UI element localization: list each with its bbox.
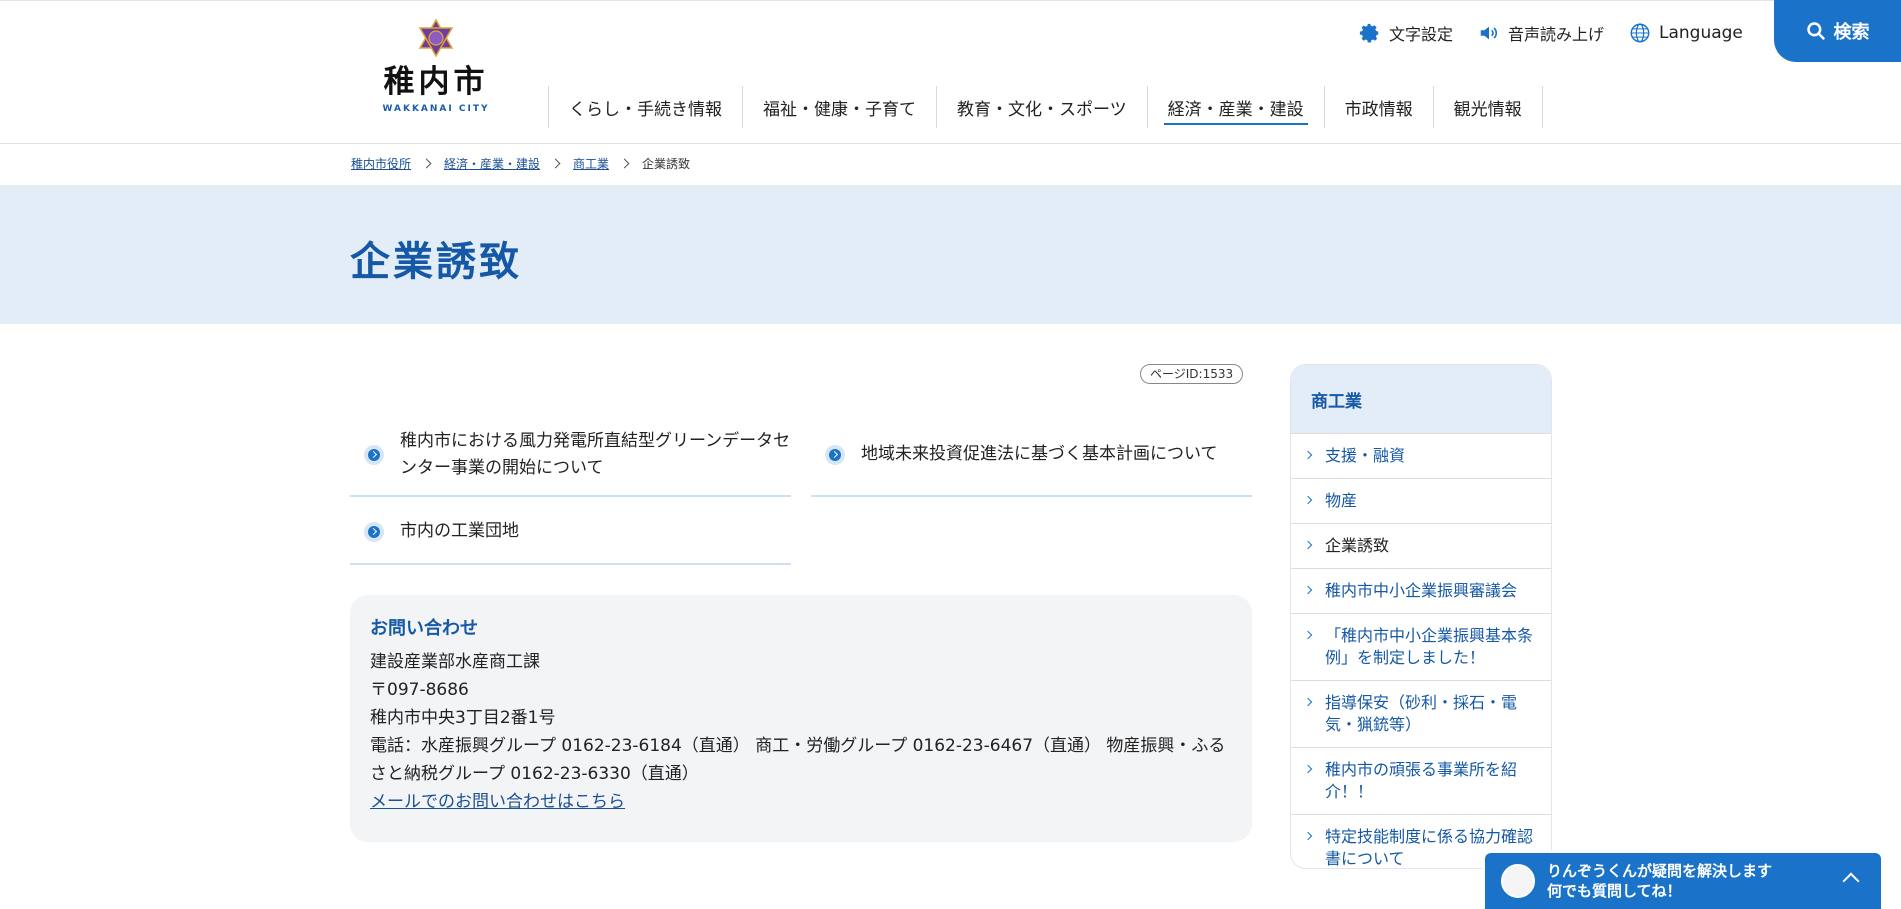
side-menu-heading: 商工業 [1291, 365, 1551, 433]
page-title-band: 企業誘致 [0, 185, 1901, 324]
breadcrumb: 稚内市役所 経済・産業・建設 商工業 企業誘致 [351, 154, 690, 172]
voice-reader-label: 音声読み上げ [1508, 25, 1605, 44]
gnav-item-economy[interactable]: 経済・産業・建設 [1146, 86, 1324, 128]
chevron-right-icon [1303, 692, 1325, 736]
global-nav: くらし・手続き情報 福祉・健康・子育て 教育・文化・スポーツ 経済・産業・建設 … [548, 86, 1543, 128]
breadcrumb-economy[interactable]: 経済・産業・建設 [444, 155, 540, 172]
arrow-circle-icon [364, 444, 384, 465]
chevron-right-icon [1303, 445, 1325, 467]
side-item-products[interactable]: 物産 [1291, 478, 1551, 523]
top-border [0, 0, 1901, 1]
side-item-label: 「稚内市中小企業振興基本条例」を制定しました！ [1325, 626, 1534, 667]
chevron-right-icon [1303, 535, 1325, 557]
search-label: 検索 [1833, 22, 1870, 43]
gnav-item-living[interactable]: くらし・手続き情報 [548, 86, 742, 128]
chatbot-widget[interactable]: りんぞうくんが疑問を解決します 何でも質問してね！ [1485, 853, 1881, 909]
gnav-item-tourism[interactable]: 観光情報 [1432, 86, 1543, 128]
link-card-industrial-park[interactable]: 市内の工業団地 [350, 500, 791, 565]
chatbot-line-1: りんぞうくんが疑問を解決します [1547, 862, 1773, 880]
language-label: Language [1659, 23, 1743, 43]
side-item-label: 物産 [1325, 491, 1358, 510]
side-item-council[interactable]: 稚内市中小企業振興審議会 [1291, 568, 1551, 613]
link-card-green-datacenter[interactable]: 稚内市における風力発電所直結型グリーンデータセンター事業の開始について [350, 414, 791, 497]
search-icon [1806, 22, 1825, 40]
font-settings-link[interactable]: 文字設定 [1359, 20, 1453, 46]
page-title: 企業誘致 [350, 239, 522, 285]
language-link[interactable]: Language [1629, 20, 1743, 46]
contact-address: 稚内市中央3丁目2番1号 [370, 708, 556, 728]
logo-subtext: WAKKANAI CITY [382, 104, 490, 114]
chevron-right-icon [1303, 826, 1325, 868]
chatbot-text: りんぞうくんが疑問を解決します 何でも質問してね！ [1547, 861, 1772, 901]
contact-zip: 〒097-8686 [370, 680, 469, 700]
logo-text: 稚内市 [383, 64, 489, 100]
link-card-regional-investment[interactable]: 地域未来投資促進法に基づく基本計画について [811, 414, 1252, 497]
link-card-label: 地域未来投資促進法に基づく基本計画について [861, 444, 1218, 464]
side-item-label: 企業誘致 [1325, 536, 1390, 555]
side-item-businesses[interactable]: 稚内市の頑張る事業所を紹介！！ [1291, 747, 1551, 814]
chevron-up-icon[interactable] [1842, 872, 1860, 890]
contact-tel: 電話：水産振興グループ 0162-23-6184（直通） 商工・労働グループ 0… [370, 736, 1226, 784]
contact-heading: お問い合わせ [370, 618, 478, 639]
side-item-label: 指導保安（砂利・採石・電気・猟銃等） [1325, 693, 1518, 734]
contact-box: お問い合わせ 建設産業部水産商工課 〒097-8686 稚内市中央3丁目2番1号… [350, 595, 1252, 842]
chevron-right-icon [619, 158, 630, 168]
page-id-badge: ページID:1533 [1140, 364, 1244, 384]
chevron-right-icon [421, 158, 432, 168]
search-button[interactable]: 検索 [1774, 0, 1901, 62]
gnav-item-welfare[interactable]: 福祉・健康・子育て [742, 86, 936, 128]
breadcrumb-home[interactable]: 稚内市役所 [351, 155, 411, 172]
contact-dept: 建設産業部水産商工課 [370, 652, 540, 672]
breadcrumb-current: 企業誘致 [642, 156, 691, 171]
gnav-item-education[interactable]: 教育・文化・スポーツ [936, 86, 1147, 128]
gear-icon [1359, 23, 1379, 43]
side-item-support[interactable]: 支援・融資 [1291, 433, 1551, 478]
mascot-avatar-icon [1501, 864, 1535, 898]
side-menu: 商工業 支援・融資 物産 企業誘致 稚内市中小企業振興審議会 「稚内市中小企業振… [1290, 364, 1552, 869]
breadcrumb-commerce[interactable]: 商工業 [573, 155, 609, 172]
header-divider [0, 143, 1901, 144]
arrow-circle-icon [364, 521, 384, 542]
side-item-ordinance[interactable]: 「稚内市中小企業振興基本条例」を制定しました！ [1291, 613, 1551, 680]
side-item-label: 支援・融資 [1325, 446, 1406, 465]
font-settings-label: 文字設定 [1389, 25, 1454, 44]
speaker-icon [1480, 26, 1498, 40]
side-item-label: 稚内市の頑張る事業所を紹介！！ [1325, 760, 1518, 801]
contact-mail-link[interactable]: メールでのお問い合わせはこちら [370, 792, 625, 812]
city-emblem-icon [418, 18, 454, 58]
chevron-right-icon [550, 158, 561, 168]
voice-reader-link[interactable]: 音声読み上げ [1478, 20, 1604, 46]
globe-icon [1630, 23, 1650, 43]
gnav-item-municipal[interactable]: 市政情報 [1323, 86, 1433, 128]
chatbot-line-2: 何でも質問してね！ [1547, 882, 1682, 900]
chevron-right-icon [1303, 625, 1325, 669]
chevron-right-icon [1303, 490, 1325, 512]
chevron-right-icon [1303, 580, 1325, 602]
link-card-label: 稚内市における風力発電所直結型グリーンデータセンター事業の開始について [400, 430, 791, 478]
side-item-safety[interactable]: 指導保安（砂利・採石・電気・猟銃等） [1291, 680, 1551, 747]
side-item-attraction[interactable]: 企業誘致 [1291, 523, 1551, 568]
chevron-right-icon [1303, 759, 1325, 803]
site-logo[interactable]: 稚内市 WAKKANAI CITY [378, 18, 494, 126]
side-item-label: 稚内市中小企業振興審議会 [1325, 581, 1518, 600]
arrow-circle-icon [825, 444, 845, 465]
link-card-label: 市内の工業団地 [400, 521, 519, 541]
